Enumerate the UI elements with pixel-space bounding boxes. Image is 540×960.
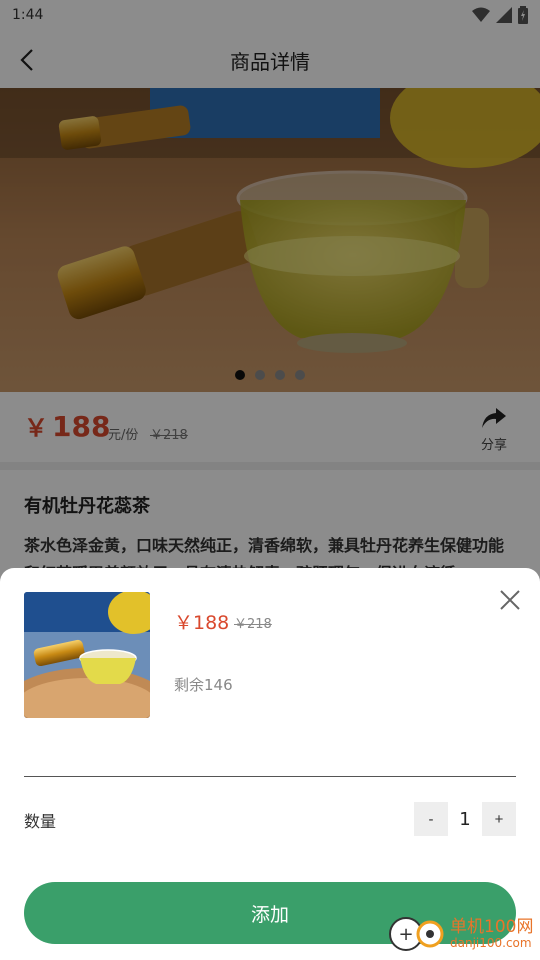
sheet-original-price: ￥218: [234, 617, 272, 632]
add-to-cart-sheet: ￥188 ￥218 剩余146 数量 - 1 + 添加: [0, 568, 540, 960]
quantity-label: 数量: [24, 812, 57, 831]
svg-text:+: +: [398, 924, 413, 945]
quantity-value[interactable]: 1: [448, 809, 482, 830]
watermark-name: 单机100网: [450, 917, 534, 937]
stock-remaining: 剩余146: [174, 676, 233, 694]
close-icon: [500, 590, 520, 610]
increase-quantity-button[interactable]: +: [482, 802, 516, 836]
watermark-logo: +: [389, 917, 444, 951]
watermark: + 单机100网 danji100.com: [388, 910, 538, 956]
quantity-stepper: - 1 +: [414, 802, 516, 836]
thumbnail-photo: [24, 592, 150, 718]
divider: [24, 776, 516, 777]
close-button[interactable]: [498, 588, 522, 612]
decrease-quantity-button[interactable]: -: [414, 802, 448, 836]
sheet-price: ￥188: [174, 612, 230, 634]
watermark-domain: danji100.com: [450, 936, 532, 950]
product-thumbnail: [24, 592, 150, 718]
